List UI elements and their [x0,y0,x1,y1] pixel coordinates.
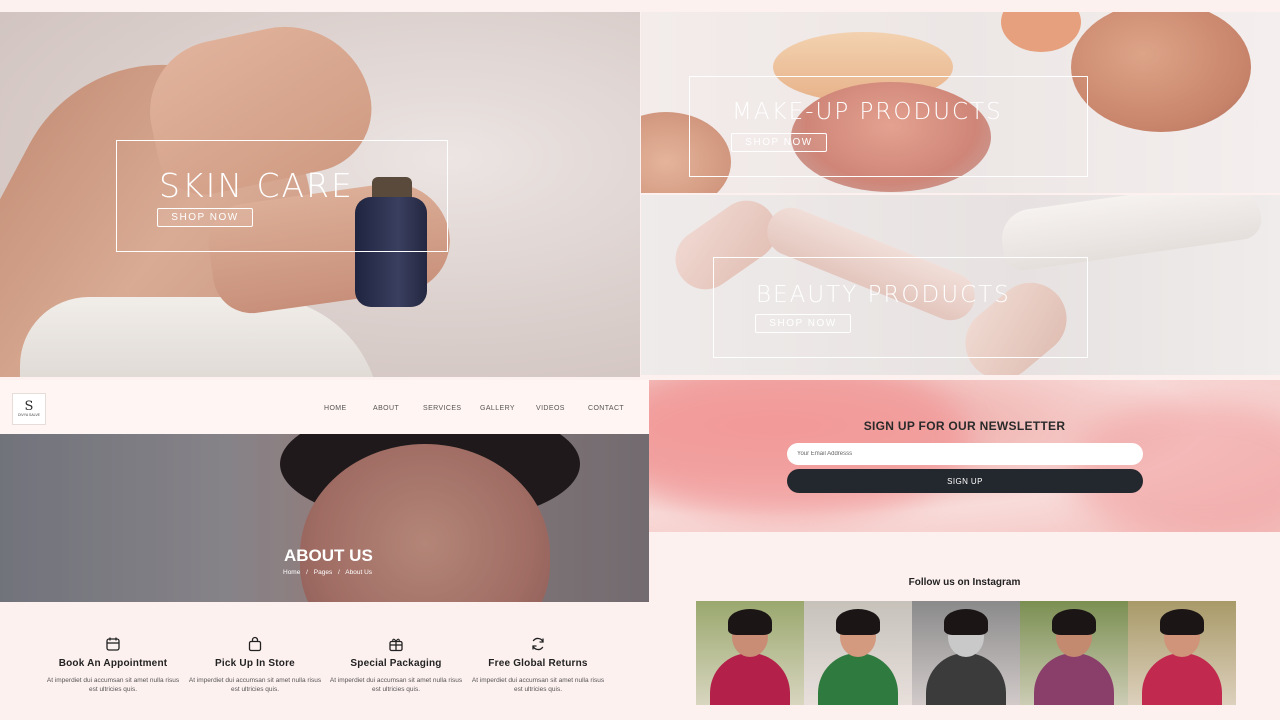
feature-title: Special Packaging [350,658,442,669]
skin-care-shop-now-button[interactable]: SHOP NOW [157,208,253,227]
logo-text: DIVYA SALVE [17,413,41,417]
insta-photo-4[interactable] [1020,601,1128,705]
photo-hair [728,609,772,635]
nav-home[interactable]: HOME [324,405,347,412]
feature-description: At imperdiet dui accumsan sit amet nulla… [188,677,322,693]
nav-gallery[interactable]: GALLERY [480,405,515,412]
newsletter-email-input[interactable] [787,443,1143,465]
feature-description: At imperdiet dui accumsan sit amet nulla… [46,677,180,693]
nav-about[interactable]: ABOUT [373,405,399,412]
about-page-panel: S DIVYA SALVE HOME ABOUT SERVICES GALLER… [0,380,649,720]
about-page-title: ABOUT US [284,546,373,565]
photo-hair [944,609,988,635]
breadcrumb-separator: / [338,569,340,576]
feature-book-appointment: Book An Appointment At imperdiet dui acc… [38,636,188,694]
hero-frame [689,76,1088,177]
insta-photo-3[interactable] [912,601,1020,705]
hero-makeup-banner[interactable]: MAKE-UP PRODUCTS SHOP NOW [641,12,1280,193]
logo-mark: S [24,399,34,414]
calendar-icon [106,637,120,651]
newsletter-section: SIGN UP FOR OUR NEWSLETTER SIGN UP [649,380,1280,532]
hero-makeup-title: MAKE-UP PRODUCTS [732,99,1003,125]
breadcrumb: Home / Pages / About Us [283,569,376,576]
beauty-shop-now-button[interactable]: SHOP NOW [755,314,851,333]
instagram-section: Follow us on Instagram [649,532,1280,720]
breadcrumb-current: About Us [345,569,373,576]
about-hero-banner: ABOUT US Home / Pages / About Us [0,434,649,602]
photo-hair [836,609,880,635]
nav-videos[interactable]: VIDEOS [536,405,565,412]
insta-photo-2[interactable] [804,601,912,705]
newsletter-title: SIGN UP FOR OUR NEWSLETTER [863,419,1066,433]
navbar: S DIVYA SALVE HOME ABOUT SERVICES GALLER… [0,380,649,434]
refresh-icon [532,637,544,651]
hero-beauty-banner[interactable]: BEAUTY PRODUCTS SHOP NOW [641,195,1280,375]
photo-hair [1052,609,1096,635]
shopping-bag-icon [248,636,262,652]
hero-skin-care-title: SKIN CARE [159,166,354,205]
site-logo[interactable]: S DIVYA SALVE [12,393,46,425]
banner-overlay [0,434,649,602]
instagram-title: Follow us on Instagram [908,577,1021,588]
insta-photo-5[interactable] [1128,601,1236,705]
newsletter-signup-button[interactable]: SIGN UP [787,469,1143,493]
small-jar-image [1001,12,1081,52]
feature-special-packaging: Special Packaging At imperdiet dui accum… [321,636,471,694]
breadcrumb-home[interactable]: Home [283,569,300,576]
feature-description: At imperdiet dui accumsan sit amet nulla… [329,677,463,693]
gift-icon [389,638,403,652]
breadcrumb-pages[interactable]: Pages [314,569,332,576]
hero-cloth-image [20,297,380,377]
feature-title: Free Global Returns [488,658,588,669]
feature-description: At imperdiet dui accumsan sit amet nulla… [471,677,605,693]
breadcrumb-separator: / [306,569,308,576]
hero-beauty-title: BEAUTY PRODUCTS [756,282,1011,308]
feature-pick-up-in-store: Pick Up In Store At imperdiet dui accums… [180,636,330,694]
nav-contact[interactable]: CONTACT [588,405,624,412]
makeup-shop-now-button[interactable]: SHOP NOW [731,133,827,152]
photo-hair [1160,609,1204,635]
feature-free-global-returns: Free Global Returns At imperdiet dui acc… [463,636,613,694]
feature-title: Pick Up In Store [215,658,295,669]
made-by-nature-lid-image [1071,12,1251,132]
hero-skin-care-banner[interactable]: SKIN CARE SHOP NOW [0,12,640,377]
insta-photo-1[interactable] [696,601,804,705]
nav-services[interactable]: SERVICES [423,405,461,412]
feature-title: Book An Appointment [58,658,168,669]
